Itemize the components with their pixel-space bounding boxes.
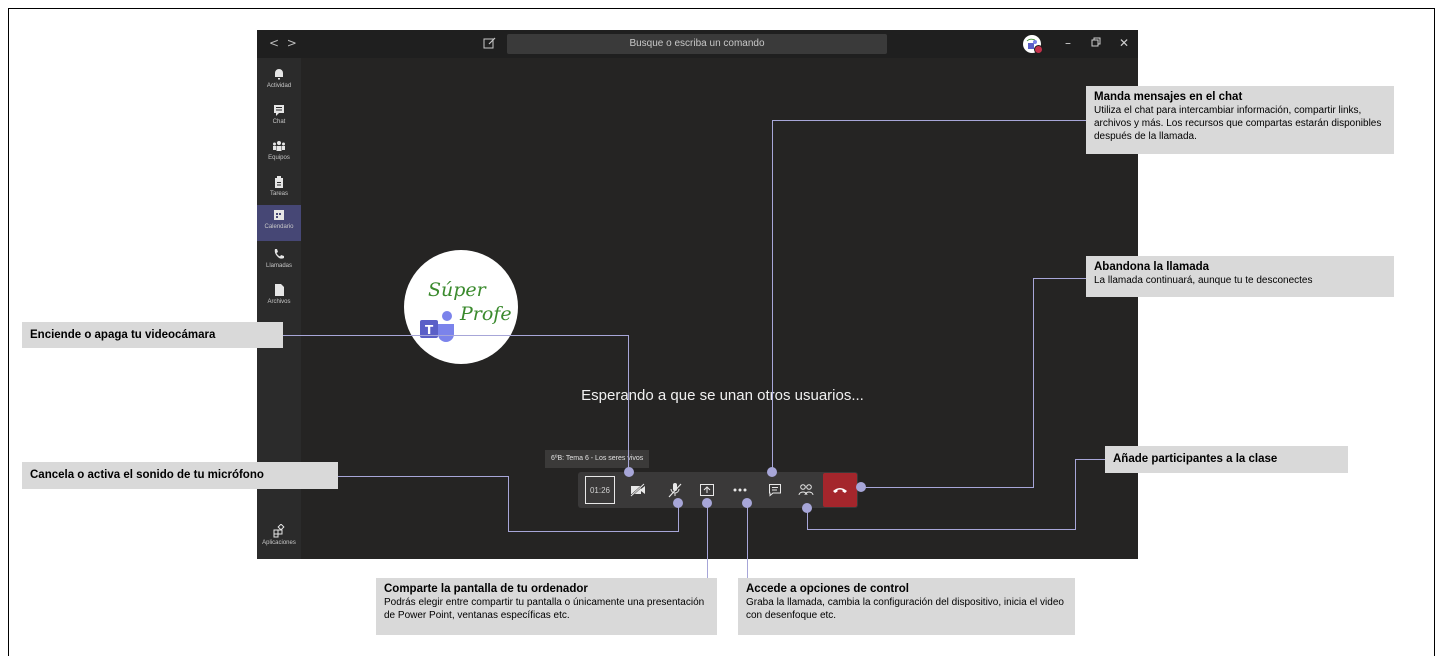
camera-toggle-button[interactable] bbox=[623, 472, 653, 508]
participants-icon bbox=[798, 484, 814, 496]
teams-icon bbox=[273, 141, 285, 151]
rail-item-chat[interactable]: Chat bbox=[257, 100, 301, 134]
callout-title: Enciende o apaga tu videocámara bbox=[30, 329, 216, 341]
minimize-icon[interactable]: – bbox=[1061, 36, 1075, 50]
callout-chat: Manda mensajes en el chat Utiliza el cha… bbox=[1086, 86, 1394, 154]
participants-marker-dot bbox=[802, 503, 812, 513]
camera-off-icon bbox=[630, 483, 645, 497]
more-icon bbox=[733, 488, 747, 492]
connector-line bbox=[1033, 278, 1034, 488]
mic-marker-dot bbox=[673, 498, 683, 508]
rail-item-aplicaciones[interactable]: Aplicaciones bbox=[257, 521, 301, 555]
connector-line bbox=[508, 476, 509, 531]
connector-line bbox=[283, 335, 629, 336]
rail-label: Llamadas bbox=[265, 263, 292, 269]
hang-up-icon bbox=[833, 488, 847, 493]
phone-icon bbox=[274, 249, 284, 259]
rail-label: Archivos bbox=[267, 299, 291, 305]
rail-item-tareas[interactable]: Tareas bbox=[257, 172, 301, 206]
connector-line bbox=[772, 120, 773, 472]
callout-title: Accede a opciones de control bbox=[746, 583, 909, 595]
meeting-title-tooltip: 6ºB: Tema 6 - Los seres vivos bbox=[545, 450, 650, 468]
logo-word-2: Profe bbox=[459, 303, 512, 325]
avatar[interactable] bbox=[1023, 35, 1043, 54]
callout-title: Abandona la llamada bbox=[1094, 261, 1210, 273]
chat-button[interactable] bbox=[760, 472, 790, 508]
callout-title: Manda mensajes en el chat bbox=[1094, 91, 1243, 103]
rail-item-llamadas[interactable]: Llamadas bbox=[257, 244, 301, 278]
connector-line bbox=[862, 487, 1034, 488]
back-arrow-icon[interactable]: < bbox=[267, 36, 281, 50]
camera-marker-dot bbox=[624, 467, 634, 477]
apps-icon bbox=[273, 524, 285, 538]
connector-line bbox=[707, 504, 708, 578]
connector-line bbox=[338, 476, 508, 477]
connector-line bbox=[747, 504, 748, 578]
rail-item-calendario[interactable]: Calendario bbox=[257, 205, 301, 241]
options-marker-dot bbox=[742, 498, 752, 508]
callout-description: Utiliza el chat para intercambiar inform… bbox=[1094, 105, 1382, 142]
call-timer: 01:26 bbox=[585, 476, 615, 504]
callout-mic: Cancela o activa el sonido de tu micrófo… bbox=[22, 462, 338, 489]
rail-label: Calendario bbox=[264, 224, 294, 230]
meeting-logo: Súper Profe T bbox=[404, 250, 518, 364]
connector-line bbox=[807, 529, 1075, 530]
callout-description: Graba la llamada, cambia la configuració… bbox=[746, 597, 1064, 621]
file-icon bbox=[275, 284, 284, 296]
rail-label: Tareas bbox=[269, 191, 288, 197]
callout-share: Comparte la pantalla de tu ordenador Pod… bbox=[376, 578, 717, 635]
rail-label: Equipos bbox=[268, 155, 290, 161]
share-screen-icon bbox=[700, 484, 714, 496]
forward-arrow-icon[interactable]: > bbox=[285, 36, 299, 50]
callout-leave: Abandona la llamada La llamada continuar… bbox=[1086, 256, 1394, 297]
callout-description: Podrás elegir entre compartir tu pantall… bbox=[384, 597, 705, 621]
assignments-icon bbox=[275, 176, 283, 188]
rail-label: Aplicaciones bbox=[262, 540, 296, 546]
restore-icon[interactable] bbox=[1089, 36, 1103, 50]
connector-line bbox=[628, 335, 629, 472]
chat-icon bbox=[274, 105, 284, 116]
mic-off-icon bbox=[668, 483, 682, 498]
connector-line bbox=[1075, 459, 1105, 460]
rail-item-archivos[interactable]: Archivos bbox=[257, 280, 301, 314]
callout-title: Cancela o activa el sonido de tu micrófo… bbox=[30, 469, 264, 481]
title-bar: < > Busque o escriba un comando – ✕ bbox=[257, 30, 1138, 58]
rail-item-equipos[interactable]: Equipos bbox=[257, 136, 301, 170]
chat-marker-dot bbox=[767, 467, 777, 477]
callout-description: La llamada continuará, aunque tu te desc… bbox=[1094, 275, 1313, 286]
close-icon[interactable]: ✕ bbox=[1117, 36, 1131, 50]
chat-bubble-icon bbox=[769, 484, 781, 497]
connector-line bbox=[678, 504, 679, 532]
rail-item-actividad[interactable]: Actividad bbox=[257, 64, 301, 98]
hang-up-button[interactable] bbox=[823, 473, 857, 507]
waiting-message: Esperando a que se unan otros usuarios..… bbox=[581, 387, 864, 404]
connector-line bbox=[772, 120, 1086, 121]
command-search-input[interactable]: Busque o escriba un comando bbox=[507, 34, 887, 54]
super-profe-logo-icon: Súper Profe T bbox=[420, 279, 512, 342]
rail-label: Actividad bbox=[266, 83, 292, 89]
connector-line bbox=[508, 531, 679, 532]
callout-title: Añade participantes a la clase bbox=[1113, 453, 1278, 465]
call-controls-bar: 01:26 bbox=[578, 472, 858, 508]
bell-icon bbox=[275, 69, 283, 80]
rail-label: Chat bbox=[272, 119, 286, 125]
calendar-icon bbox=[274, 210, 284, 220]
hangup-marker-dot bbox=[856, 482, 866, 492]
callout-participants: Añade participantes a la clase bbox=[1105, 446, 1348, 473]
logo-word-1: Súper bbox=[428, 279, 488, 301]
compose-icon[interactable] bbox=[483, 36, 497, 50]
callout-options: Accede a opciones de control Graba la ll… bbox=[738, 578, 1075, 635]
presence-badge bbox=[1034, 45, 1043, 54]
connector-line bbox=[1075, 459, 1076, 530]
nav-arrows: < > bbox=[267, 36, 299, 50]
callout-title: Comparte la pantalla de tu ordenador bbox=[384, 583, 588, 595]
connector-line bbox=[1033, 278, 1086, 279]
share-marker-dot bbox=[702, 498, 712, 508]
callout-camera: Enciende o apaga tu videocámara bbox=[22, 322, 283, 348]
